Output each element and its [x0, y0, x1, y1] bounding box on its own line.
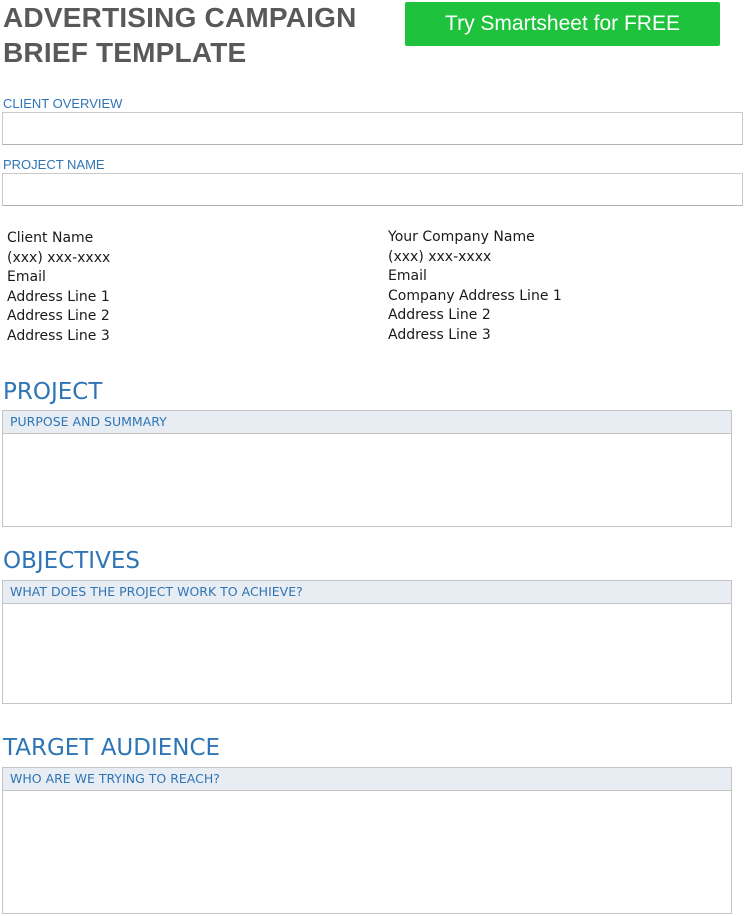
try-smartsheet-button[interactable]: Try Smartsheet for FREE	[405, 2, 720, 46]
objectives-subheading: WHAT DOES THE PROJECT WORK TO ACHIEVE?	[3, 581, 731, 604]
project-name-field[interactable]	[2, 173, 743, 206]
company-address-line-2: Address Line 2	[388, 307, 491, 324]
company-address-line-1: Company Address Line 1	[388, 287, 562, 304]
project-section: PURPOSE AND SUMMARY	[2, 410, 732, 527]
document-title-line-1: ADVERTISING CAMPAIGN	[3, 2, 357, 33]
target-audience-heading: TARGET AUDIENCE	[3, 735, 221, 761]
client-phone: (xxx) xxx-xxxx	[7, 249, 111, 266]
client-address-line-3: Address Line 3	[7, 327, 110, 344]
company-contact-block: Your Company Name (xxx) xxx-xxxx Email C…	[388, 228, 562, 346]
project-name-label: PROJECT NAME	[3, 157, 105, 172]
objectives-heading: OBJECTIVES	[3, 548, 140, 574]
client-address-line-1: Address Line 1	[7, 288, 110, 305]
target-audience-section: WHO ARE WE TRYING TO REACH?	[2, 767, 732, 914]
client-email: Email	[7, 269, 46, 286]
company-email: Email	[388, 268, 427, 285]
client-name: Client Name	[7, 230, 94, 246]
company-address-line-3: Address Line 3	[388, 326, 491, 343]
objectives-field[interactable]	[3, 604, 731, 703]
target-audience-field[interactable]	[3, 791, 731, 913]
project-heading: PROJECT	[3, 379, 103, 405]
client-contact-block: Client Name (xxx) xxx-xxxx Email Address…	[7, 229, 110, 347]
client-address-line-2: Address Line 2	[7, 308, 110, 325]
document-title: ADVERTISING CAMPAIGN BRIEF TEMPLATE	[3, 0, 383, 70]
company-phone: (xxx) xxx-xxxx	[388, 248, 492, 265]
company-name: Your Company Name	[388, 229, 535, 245]
purpose-and-summary-field[interactable]	[3, 434, 731, 526]
target-audience-subheading: WHO ARE WE TRYING TO REACH?	[3, 768, 731, 791]
client-overview-label: CLIENT OVERVIEW	[3, 96, 123, 111]
objectives-section: WHAT DOES THE PROJECT WORK TO ACHIEVE?	[2, 580, 732, 704]
client-overview-field[interactable]	[2, 112, 743, 145]
document-title-line-2: BRIEF TEMPLATE	[3, 37, 247, 68]
purpose-and-summary-subheading: PURPOSE AND SUMMARY	[3, 411, 731, 434]
